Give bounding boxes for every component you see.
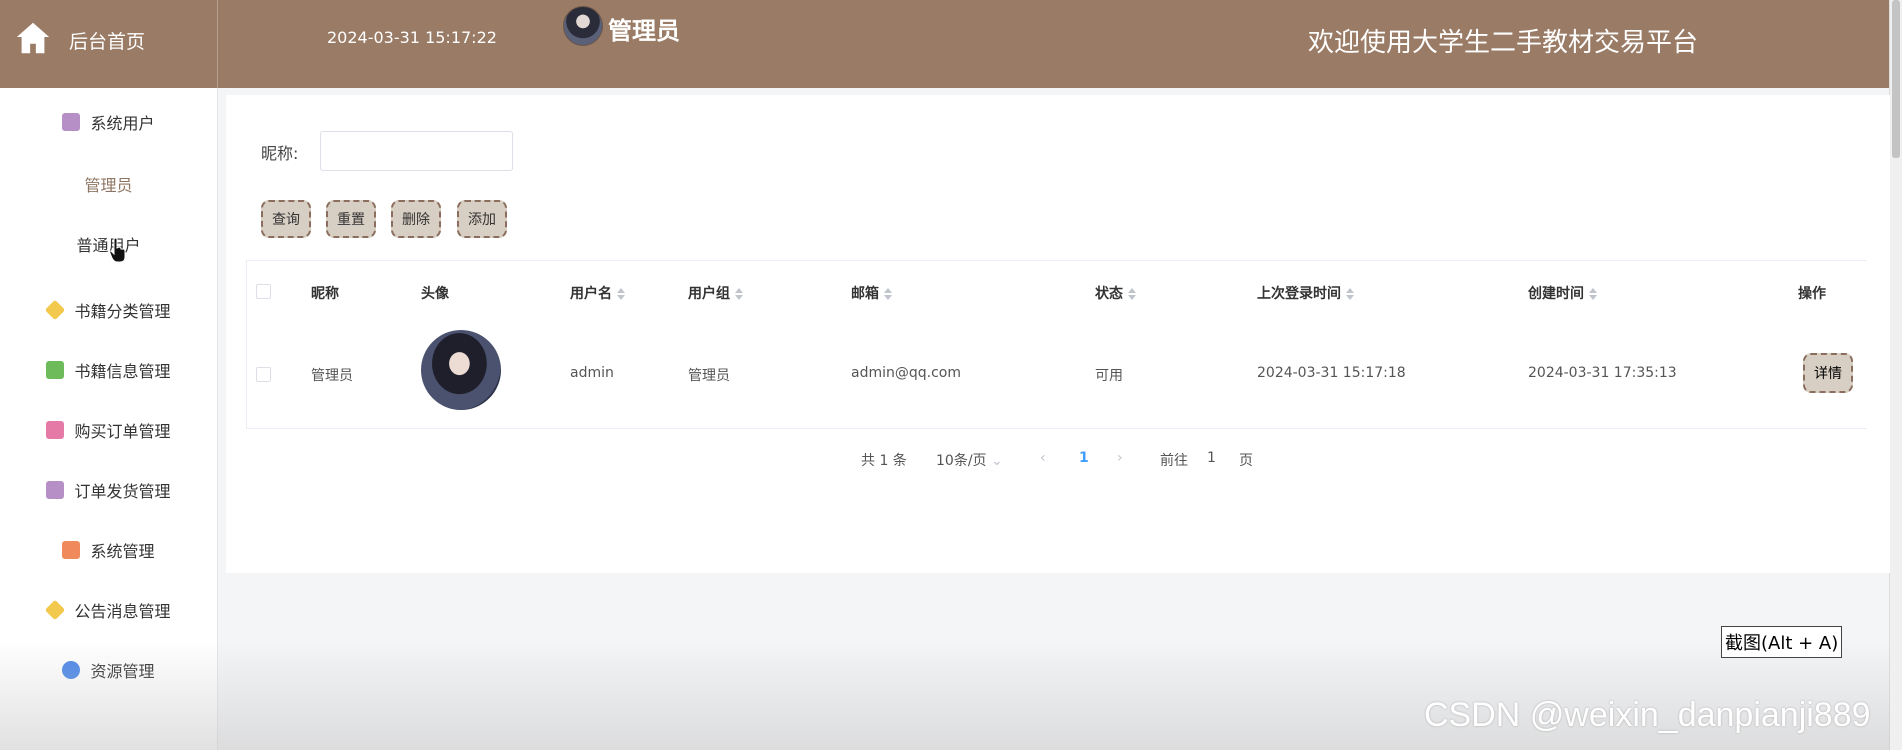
watermark: CSDN @weixin_danpianji889 <box>1424 696 1871 734</box>
prev-page-icon[interactable]: ‹ <box>1040 450 1046 466</box>
menu-system-users[interactable]: 系统用户 <box>0 102 217 142</box>
query-button[interactable]: 查询 <box>261 200 311 238</box>
cell-group: 管理员 <box>688 368 730 384</box>
goto-label: 前往 <box>1160 453 1188 469</box>
cell-nickname: 管理员 <box>311 368 353 384</box>
page-number[interactable]: 1 <box>1079 450 1089 466</box>
menu-purchase-orders[interactable]: 购买订单管理 <box>0 410 217 450</box>
page-size-value: 10条/页 <box>936 453 987 469</box>
grid-icon <box>62 541 81 559</box>
menu-label: 书籍信息管理 <box>74 362 171 381</box>
welcome-title: 欢迎使用大学生二手教材交易平台 <box>1308 28 1699 58</box>
header-avatar: 头像 <box>421 286 449 302</box>
nickname-label: 昵称: <box>261 144 299 163</box>
sort-icon[interactable] <box>884 288 892 300</box>
menu-announcements[interactable]: 公告消息管理 <box>0 590 217 630</box>
page-unit-label: 页 <box>1239 453 1253 469</box>
hand-cursor-icon <box>109 237 126 263</box>
cube-icon <box>45 299 66 321</box>
header-username[interactable]: 用户名 <box>570 283 625 303</box>
header-created-label: 创建时间 <box>1528 286 1584 302</box>
archive-icon <box>46 481 65 499</box>
sort-icon[interactable] <box>1346 288 1354 300</box>
menu-label: 订单发货管理 <box>74 482 171 501</box>
menu-system-management[interactable]: 系统管理 <box>0 530 217 570</box>
menu-resources[interactable]: 资源管理 <box>0 650 217 690</box>
header-avatar[interactable] <box>563 6 603 46</box>
goto-page-input[interactable]: 1 <box>1207 450 1216 466</box>
store-icon <box>46 421 65 439</box>
home-link[interactable]: 后台首页 <box>0 0 218 88</box>
menu-label: 系统管理 <box>90 542 155 561</box>
nickname-search-input[interactable] <box>320 131 513 171</box>
header-actions: 操作 <box>1798 286 1826 302</box>
menu-label: 购买订单管理 <box>74 422 171 441</box>
chevron-down-icon: ⌄ <box>990 453 1003 469</box>
menu-label: 系统用户 <box>90 114 155 133</box>
header-last-login-label: 上次登录时间 <box>1257 286 1341 302</box>
menu-label: 书籍分类管理 <box>74 302 171 321</box>
row-checkbox[interactable] <box>256 367 271 382</box>
detail-button[interactable]: 详情 <box>1803 353 1853 393</box>
header-email[interactable]: 邮箱 <box>851 283 892 303</box>
header-email-label: 邮箱 <box>851 286 879 302</box>
cell-username: admin <box>570 365 614 381</box>
sort-icon[interactable] <box>735 288 743 300</box>
cell-last-login: 2024-03-31 15:17:18 <box>1257 365 1406 381</box>
reset-button[interactable]: 重置 <box>326 200 376 238</box>
header-role[interactable]: 管理员 <box>608 11 680 46</box>
home-label: 后台首页 <box>69 31 146 53</box>
message-icon <box>46 361 65 379</box>
sort-icon[interactable] <box>617 288 625 300</box>
archive-icon <box>62 113 81 131</box>
header-last-login[interactable]: 上次登录时间 <box>1257 283 1354 303</box>
home-icon <box>16 22 50 54</box>
top-header: 后台首页 2024-03-31 15:17:22 管理员 欢迎使用大学生二手教材… <box>0 0 1890 88</box>
cube-icon <box>45 599 66 621</box>
menu-label: 资源管理 <box>90 662 155 681</box>
cell-created: 2024-03-31 17:35:13 <box>1528 365 1677 381</box>
sidebar: 系统用户 管理员 普通用户 书籍分类管理 书籍信息管理 购买订单管理 订单发货管… <box>0 88 218 750</box>
sort-icon[interactable] <box>1128 288 1136 300</box>
page-size-select[interactable]: 10条/页 ⌄ <box>936 450 1003 470</box>
select-all-checkbox[interactable] <box>256 284 271 299</box>
pagination-total: 共 1 条 <box>861 453 907 469</box>
header-group[interactable]: 用户组 <box>688 283 743 303</box>
delete-button[interactable]: 删除 <box>391 200 441 238</box>
cell-email: admin@qq.com <box>851 365 961 381</box>
star-icon <box>62 661 81 679</box>
menu-book-category[interactable]: 书籍分类管理 <box>0 290 217 330</box>
header-group-label: 用户组 <box>688 286 730 302</box>
header-datetime: 2024-03-31 15:17:22 <box>327 28 497 47</box>
header-status[interactable]: 状态 <box>1095 283 1136 303</box>
scrollbar-thumb[interactable] <box>1892 0 1900 158</box>
cell-status: 可用 <box>1095 368 1123 384</box>
header-status-label: 状态 <box>1095 286 1123 302</box>
menu-label: 公告消息管理 <box>74 602 171 621</box>
sort-icon[interactable] <box>1589 288 1597 300</box>
header-username-label: 用户名 <box>570 286 612 302</box>
menu-order-shipping[interactable]: 订单发货管理 <box>0 470 217 510</box>
header-nickname: 昵称 <box>311 286 339 302</box>
page-scrollbar[interactable] <box>1889 0 1902 750</box>
menu-book-info[interactable]: 书籍信息管理 <box>0 350 217 390</box>
next-page-icon[interactable]: › <box>1117 450 1123 466</box>
user-avatar <box>421 330 501 410</box>
screenshot-tooltip: 截图(Alt + A) <box>1721 626 1843 658</box>
header-created[interactable]: 创建时间 <box>1528 283 1597 303</box>
submenu-admin[interactable]: 管理员 <box>0 172 217 196</box>
add-button[interactable]: 添加 <box>457 200 507 238</box>
